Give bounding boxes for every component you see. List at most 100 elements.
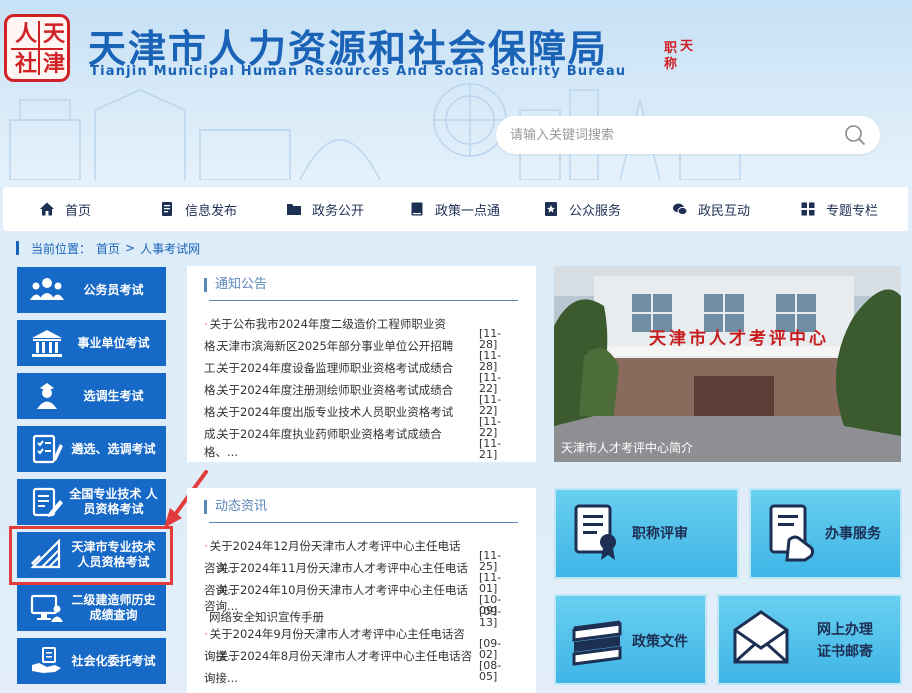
nav-item-info[interactable]: 信息发布 [159,187,237,231]
star-badge-icon [545,202,557,216]
nav-item-gov-affairs[interactable]: 政务公开 [286,187,364,231]
news-item[interactable]: 关于2024年8月份天津市人才考评中心主任电话咨 [217,645,477,667]
sidebar-item-label: 遴选、选调考试 [71,441,156,456]
site-header: 人 天 社 津 天津市人力资源和社会保障局 Tianjin Municipal … [0,0,912,180]
notice-item[interactable]: 天津市滨海新区2025年部分事业单位公开招聘 [217,335,477,357]
notice-item[interactable]: 关于2024年度设备监理师职业资格考试成绩合 [217,357,477,379]
news-text: 网络安全知识宣传手册 [209,610,324,624]
news-text: 关于2024年12月份天津市人才考评中心主任电话 [209,539,461,553]
news-item[interactable]: 关于2024年10月份天津市人才考评中心主任电话 [217,579,477,601]
news-date: [11-01] [479,571,502,595]
news-text: 关于2024年8月份天津市人才考评中心主任电话咨 [217,649,473,663]
notice-text: 关于2024年度执业药师职业资格考试成绩合 [217,427,442,441]
book-icon [411,202,423,216]
sidebar-item-builder-score-query[interactable]: 二级建造师历史 成绩查询 [17,585,166,631]
seal-char: 社 [15,51,38,77]
tile-label: 政策文件 [632,634,688,650]
sidebar-item-commissioned-exam[interactable]: 社会化委托考试 [17,638,166,684]
hand-icon [32,647,61,673]
sidebar-item-civil-servant-exam[interactable]: 公务员考试 [17,267,166,313]
photo-caption[interactable]: 天津市人才考评中心简介 [561,439,693,456]
certificate-icon [574,504,616,560]
notice-item[interactable]: 关于2024年度注册测绘师职业资格考试成绩合 [217,379,477,401]
notice-date: [11-22] [479,371,502,395]
breadcrumb-home-link[interactable]: 首页 [96,240,120,257]
breadcrumb-prefix: 当前位置： [31,241,92,256]
tile-services[interactable]: 办事服务 [749,488,902,579]
news-panel: 动态资讯 · 关于2024年12月份天津市人才考评中心主任电话 咨询... 关于2… [187,488,536,693]
seal-char: 天 [43,21,66,47]
notice-date: [11-22] [479,393,502,417]
notices-title[interactable]: 通知公告 [204,278,267,292]
chat-icon [673,203,688,216]
notice-text: 天津市滨海新区2025年部分事业单位公开招聘 [217,339,454,353]
tile-online-certificate-mail[interactable]: 网上办理 证书邮寄 [717,594,902,685]
notice-date: [11-21] [479,437,502,461]
notice-item[interactable]: 关于2024年度执业药师职业资格考试成绩合 [217,423,477,445]
notice-item[interactable]: · 关于公布我市2024年度二级造价工程师职业资 [204,313,464,335]
title-divider [209,522,518,523]
news-date: [11-25] [479,549,502,573]
tile-title-review[interactable]: 职称评审 [554,488,739,579]
news-date: [09-02] [479,637,502,661]
building-sign-text: 天津市人才考评中心 [649,329,829,349]
nav-item-special[interactable]: 专题专栏 [800,187,878,231]
search-icon[interactable] [844,124,866,146]
notice-date: [11-28] [479,349,502,373]
building-icon [32,330,62,357]
nav-item-public-service[interactable]: 公众服务 [543,187,621,231]
sidebar-item-label: 二级建造师历史 成绩查询 [71,593,156,622]
tile-label: 职称评审 [632,526,688,542]
person-icon [37,383,57,409]
sidebar-item-national-professional-exam[interactable]: 全国专业技术 人员资格考试 [17,479,166,525]
edit-document-icon [32,487,63,517]
search-input[interactable] [510,125,830,145]
notice-text: 关于2024年度注册测绘师职业资格考试成绩合 [217,383,454,397]
tile-label: 证书邮寄 [817,644,873,660]
tile-label: 办事服务 [825,526,881,542]
notice-date: [11-28] [479,327,502,351]
nav-item-interaction[interactable]: 政民互动 [672,187,750,231]
nav-label: 政务公开 [312,203,365,219]
sidebar-item-selection-exam[interactable]: 遴选、选调考试 [17,426,166,472]
breadcrumb-marker [16,241,19,255]
document-icon [162,202,172,216]
news-item[interactable]: 关于2024年11月份天津市人才考评中心主任电话 [217,557,477,579]
envelope-icon [733,610,789,664]
group-icon [30,278,64,300]
sidebar-item-label: 选调生考试 [83,388,144,403]
red-badge-logo: 职 天 称 [662,40,700,80]
sidebar-item-institution-exam[interactable]: 事业单位考试 [17,320,166,366]
badge-char: 天 [680,39,694,54]
sidebar-item-selected-graduate-exam[interactable]: 选调生考试 [17,373,166,419]
building-photo-image [554,266,901,462]
breadcrumb-current[interactable]: 人事考试网 [140,240,200,257]
nav-label: 政策一点通 [435,203,501,219]
tile-policy-documents[interactable]: 政策文件 [554,594,707,685]
highlight-annotation-box [9,526,173,585]
nav-item-policy[interactable]: 政策一点通 [409,187,500,231]
home-icon [40,202,54,216]
news-item[interactable]: · 关于2024年9月份天津市人才考评中心主任电话咨 [204,623,464,645]
nav-label: 专题专栏 [826,203,879,219]
bureau-seal-logo[interactable]: 人 天 社 津 [4,14,70,82]
nav-label: 首页 [65,203,92,219]
tile-label: 网上办理 [817,622,873,638]
news-text: 关于2024年10月份天津市人才考评中心主任电话 [217,583,468,597]
notice-continuation: 格、... [204,445,238,459]
site-subtitle: Tianjin Municipal Human Resources And So… [90,64,627,79]
talent-center-photo[interactable]: 天津市人才考评中心 天津市人才考评中心简介 [554,266,901,462]
service-document-icon [769,504,815,562]
nav-item-home[interactable]: 首页 [39,187,91,231]
news-title[interactable]: 动态资讯 [204,500,267,514]
notice-text: 关于2024年度出版专业技术人员职业资格考试 [217,405,454,419]
nav-label: 信息发布 [185,203,238,219]
seal-char: 津 [43,51,66,77]
main-nav: 首页 信息发布 政务公开 政策一点通 公众服务 政民互动 专题专栏 [3,187,908,231]
notice-item[interactable]: 关于2024年度出版专业技术人员职业资格考试 [217,401,477,423]
title-divider [209,300,518,301]
notice-text: 关于2024年度设备监理师职业资格考试成绩合 [217,361,454,375]
checklist-icon [32,434,63,464]
news-item[interactable]: · 关于2024年12月份天津市人才考评中心主任电话 [204,535,464,557]
search-box [496,116,880,154]
